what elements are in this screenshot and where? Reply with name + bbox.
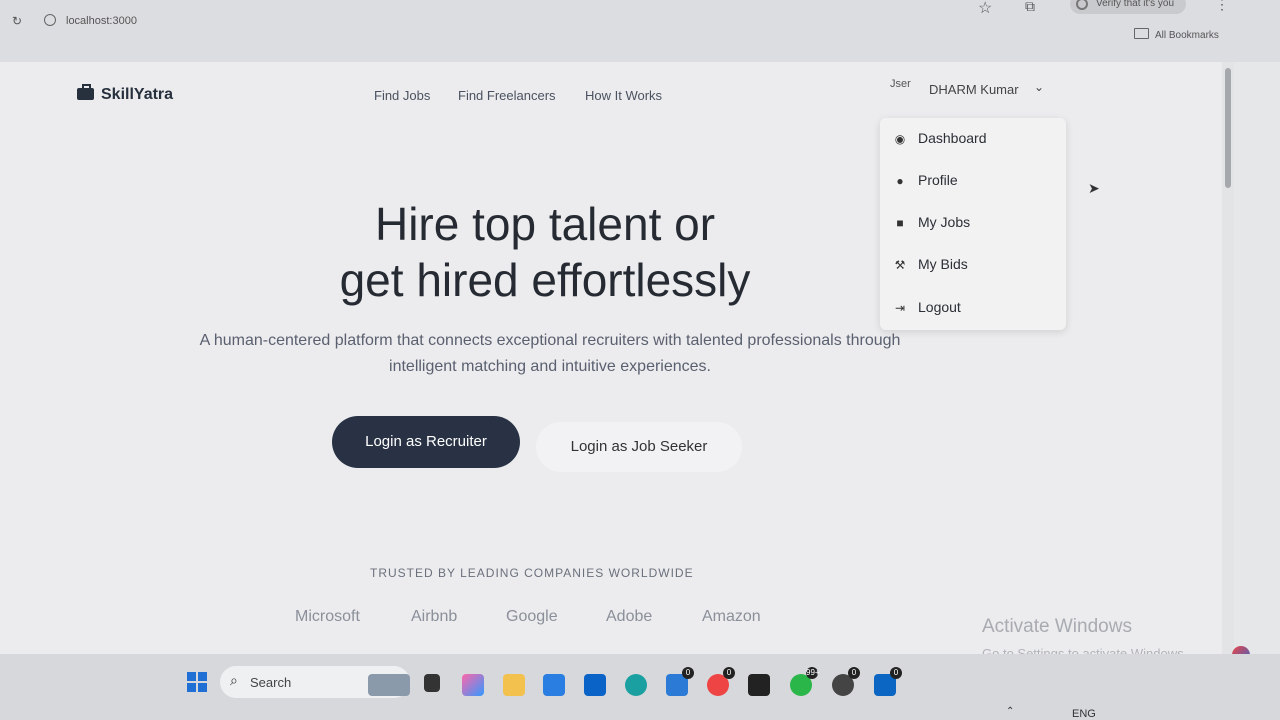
search-icon: ⌕	[230, 672, 238, 688]
company-logo-microsoft: Microsoft	[295, 608, 360, 625]
file-explorer-icon[interactable]	[503, 674, 525, 696]
chevron-down-icon: ⌄	[1034, 80, 1045, 94]
site-info-icon[interactable]	[44, 14, 56, 26]
browser-menu-icon[interactable]: ⋮	[1215, 0, 1229, 13]
windows-start-icon[interactable]	[187, 672, 207, 692]
scrollbar-thumb[interactable]	[1225, 68, 1231, 188]
dashboard-icon: ◉	[894, 132, 906, 146]
brand-logo[interactable]: SkillYatra	[77, 84, 174, 104]
company-logo-adobe: Adobe	[606, 608, 653, 625]
linkedin-icon[interactable]: 0	[874, 667, 902, 696]
terminal-icon[interactable]	[748, 674, 770, 696]
hero-title-line-2: get hired effortlessly	[339, 254, 751, 306]
omnibox-row: ↻ localhost:3000 ☆ ⧉ Verify that it's yo…	[0, 0, 1250, 40]
badge: 99+	[806, 667, 820, 679]
hero-subtitle: A human-centered platform that connects …	[199, 332, 901, 375]
activate-windows-subtitle: Go to Settings to activate Windows.	[982, 646, 1188, 654]
vscode-icon[interactable]: 0	[666, 667, 694, 696]
page-scrollbar[interactable]	[1222, 62, 1234, 654]
avatar: Jser	[890, 78, 911, 90]
badge: 0	[848, 667, 860, 679]
bookmarks-label: All Bookmarks	[1155, 30, 1219, 41]
user-name: DHARM Kumar	[929, 82, 1019, 97]
verify-icon	[1076, 0, 1088, 10]
bookmark-star-icon[interactable]: ☆	[978, 0, 992, 18]
activate-windows-title: Activate Windows	[982, 616, 1132, 637]
briefcase-logo-icon	[77, 84, 94, 100]
company-logo-airbnb: Airbnb	[411, 608, 458, 625]
verify-label: Verify that it's you	[1096, 0, 1175, 9]
menu-item-dashboard[interactable]: ◉ Dashboard	[892, 130, 987, 154]
reload-icon[interactable]: ↻	[12, 14, 22, 28]
brand-name: SkillYatra	[101, 86, 174, 103]
menu-item-profile[interactable]: ● Profile	[892, 172, 958, 196]
badge: 0	[723, 667, 735, 679]
verify-identity-chip[interactable]: Verify that it's you	[1070, 0, 1187, 14]
menu-item-label: Profile	[918, 172, 958, 188]
mouse-cursor-icon: ➤	[1088, 180, 1100, 196]
widgets-icon[interactable]	[368, 674, 410, 696]
browser-chrome: ↻ localhost:3000 ☆ ⧉ Verify that it's yo…	[0, 0, 1280, 62]
store-icon[interactable]	[543, 674, 565, 696]
chatgpt-icon[interactable]: 0	[832, 667, 860, 696]
company-logo-amazon: Amazon	[702, 608, 761, 625]
all-bookmarks[interactable]: All Bookmarks	[1134, 28, 1219, 41]
nav-link-find-jobs[interactable]: Find Jobs	[374, 88, 430, 103]
badge: 0	[890, 667, 902, 679]
chevron-up-icon[interactable]: ⌃	[1006, 706, 1014, 717]
edge-icon[interactable]	[625, 674, 647, 696]
folder-icon	[1134, 28, 1149, 39]
hero-title-line-1: Hire top talent or	[374, 198, 716, 250]
web-page: SkillYatra Find Jobs Find Freelancers Ho…	[0, 62, 1234, 654]
nav-link-how-it-works[interactable]: How It Works	[585, 88, 662, 103]
user-icon: ●	[896, 174, 904, 188]
task-view-icon[interactable]	[424, 674, 440, 692]
whatsapp-icon[interactable]: 99+	[790, 667, 820, 696]
windows-taskbar: ⌕ Search 0 0 99+ 0 0 ⌃ ENG	[0, 654, 1280, 720]
language-indicator[interactable]: ENG	[1072, 708, 1096, 720]
nav-link-find-freelancers[interactable]: Find Freelancers	[458, 88, 556, 103]
address-bar[interactable]: localhost:3000	[66, 15, 137, 27]
outlook-icon[interactable]	[584, 674, 606, 696]
badge: 0	[682, 667, 694, 679]
company-logo-google: Google	[506, 608, 558, 625]
login-recruiter-button[interactable]: Login as Recruiter	[332, 416, 520, 468]
login-job-seeker-button[interactable]: Login as Job Seeker	[536, 422, 742, 472]
chrome-icon[interactable]: 0	[707, 667, 735, 696]
trusted-heading: TRUSTED BY LEADING COMPANIES WORLDWIDE	[370, 566, 694, 580]
copilot-app-icon[interactable]	[462, 674, 484, 696]
extensions-icon[interactable]: ⧉	[1025, 0, 1035, 15]
search-label: Search	[250, 675, 292, 690]
menu-item-label: Dashboard	[918, 130, 987, 146]
